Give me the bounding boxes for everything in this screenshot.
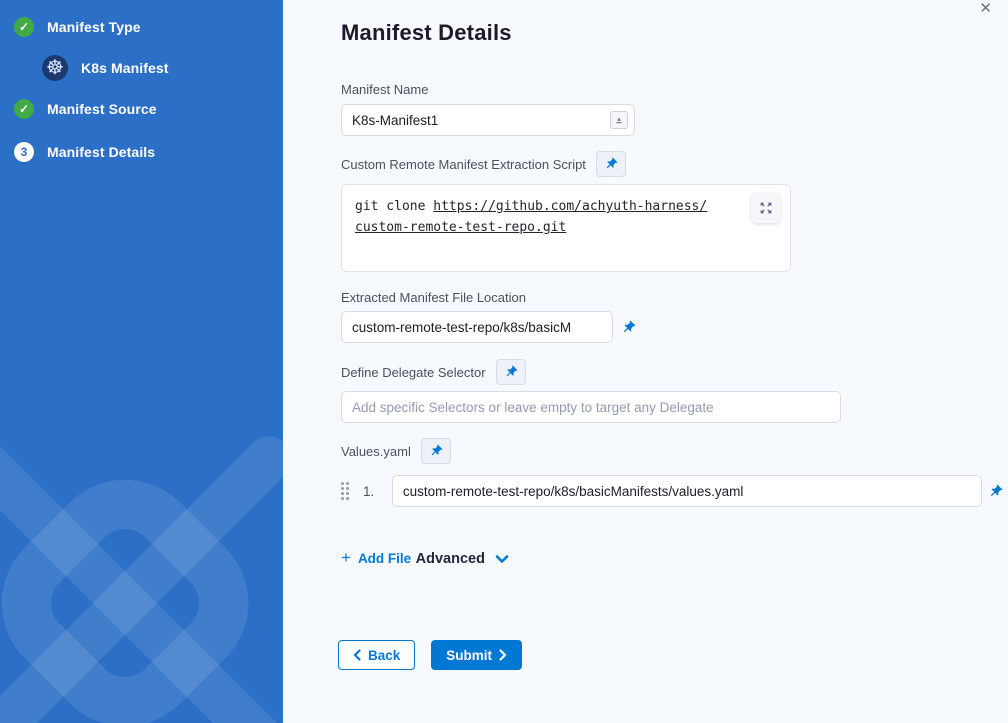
kubernetes-wheel-icon: ☸ xyxy=(42,55,68,81)
runtime-input-pin-button[interactable] xyxy=(421,438,451,464)
add-file-button[interactable]: + Add File xyxy=(341,551,411,566)
runtime-input-pin-button[interactable] xyxy=(496,359,526,385)
manifest-name-input[interactable] xyxy=(341,104,635,136)
step-label: Manifest Type xyxy=(47,19,141,35)
runtime-input-pin-button[interactable] xyxy=(596,151,626,177)
file-location-input[interactable] xyxy=(341,311,613,343)
script-code: git clone https://github.com/achyuth-har… xyxy=(355,196,742,238)
delegate-selector-label: Define Delegate Selector xyxy=(341,365,486,380)
sidebar-item-manifest-type[interactable]: ✓ Manifest Type xyxy=(14,14,283,40)
runtime-input-pin-button[interactable] xyxy=(615,313,641,341)
check-circle-icon: ✓ xyxy=(14,99,34,119)
file-location-label: Extracted Manifest File Location xyxy=(341,290,1008,305)
runtime-input-pin-button[interactable] xyxy=(982,477,1008,505)
harness-logo-watermark xyxy=(0,423,283,723)
submit-button[interactable]: Submit xyxy=(431,640,522,670)
manifest-wizard-dialog: ✓ Manifest Type ☸ K8s Manifest ✓ Manifes… xyxy=(0,0,1008,723)
script-repo-url: https://github.com/achyuth-harness/ xyxy=(433,199,707,214)
advanced-label: Advanced xyxy=(416,551,485,567)
sidebar-item-manifest-source[interactable]: ✓ Manifest Source xyxy=(14,96,283,122)
delegate-selector-input[interactable] xyxy=(341,391,841,423)
page-title: Manifest Details xyxy=(341,20,1008,46)
step-number-badge: 3 xyxy=(14,142,34,162)
values-file-path-input[interactable] xyxy=(392,475,982,507)
wizard-footer: Back Submit xyxy=(338,640,1008,670)
step-label: Manifest Source xyxy=(47,101,157,117)
check-circle-icon: ✓ xyxy=(14,17,34,37)
wizard-steps-sidebar: ✓ Manifest Type ☸ K8s Manifest ✓ Manifes… xyxy=(0,0,283,723)
step-label: Manifest Details xyxy=(47,144,155,160)
extraction-script-editor[interactable]: git clone https://github.com/achyuth-har… xyxy=(341,184,791,272)
sidebar-item-k8s-manifest[interactable]: ☸ K8s Manifest xyxy=(42,55,283,81)
script-repo-url: custom-remote-test-repo.git xyxy=(355,220,566,235)
back-button[interactable]: Back xyxy=(338,640,415,670)
step-label: K8s Manifest xyxy=(81,60,169,76)
fixed-input-type-icon[interactable] xyxy=(610,111,628,129)
chevron-right-icon xyxy=(499,649,507,661)
sidebar-item-manifest-details[interactable]: 3 Manifest Details xyxy=(14,139,283,165)
advanced-section-toggle[interactable]: Advanced xyxy=(416,551,509,567)
manifest-name-field xyxy=(341,104,635,136)
extraction-script-label: Custom Remote Manifest Extraction Script xyxy=(341,157,586,172)
manifest-details-panel: ✕ Manifest Details Manifest Name Custom … xyxy=(283,0,1008,723)
drag-handle[interactable] xyxy=(341,482,349,500)
chevron-left-icon xyxy=(353,649,361,661)
close-icon[interactable]: ✕ xyxy=(979,0,992,18)
file-location-field xyxy=(341,311,1008,343)
expand-icon[interactable] xyxy=(751,193,781,223)
add-file-label: Add File xyxy=(358,551,411,566)
plus-icon: + xyxy=(341,551,351,565)
row-index: 1. xyxy=(363,484,383,499)
values-yaml-label: Values.yaml xyxy=(341,444,411,459)
manifest-name-label: Manifest Name xyxy=(341,82,1008,97)
values-file-row: 1. xyxy=(341,475,1008,507)
chevron-down-icon xyxy=(495,554,509,564)
